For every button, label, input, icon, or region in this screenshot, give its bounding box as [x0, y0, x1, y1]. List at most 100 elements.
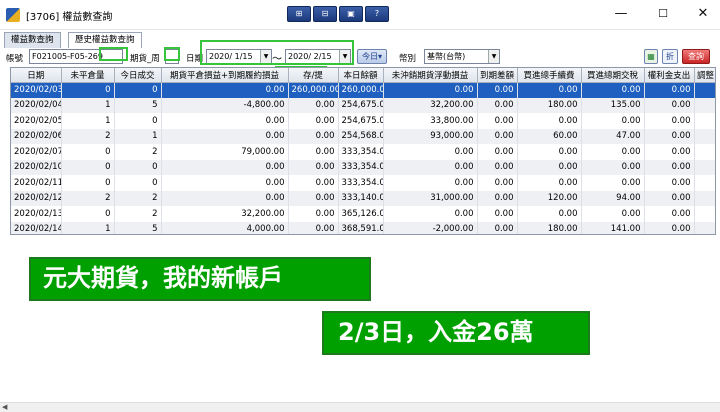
table-cell: 31,000.00 — [383, 190, 478, 206]
table-cell: 2 — [114, 144, 162, 160]
table-cell: 0.00 — [477, 221, 518, 234]
equity-history-grid[interactable]: 日期 未平倉量 今日成交 期貨平倉損益+到期履約損益 存/提 本日餘額 未沖銷期… — [10, 67, 716, 235]
col-realized-pnl[interactable]: 期貨平倉損益+到期履約損益 — [161, 68, 289, 83]
table-row[interactable]: 2020/02/12220.000.00333,140.0031,000.000… — [11, 190, 715, 206]
table-row[interactable]: 2020/02/130232,200.000.00365,126.000.000… — [11, 206, 715, 222]
table-row[interactable]: 2020/02/06210.000.00254,568.0093,000.000… — [11, 128, 715, 144]
table-cell: 0.00 — [644, 190, 695, 206]
date-to-value: 2020/ 2/15 — [288, 52, 332, 61]
table-cell: 0.00 — [477, 190, 518, 206]
table-row[interactable]: 2020/02/10000.000.00333,354.000.000.000.… — [11, 159, 715, 175]
table-cell: 0 — [61, 82, 115, 98]
table-cell: 2 — [61, 128, 115, 144]
table-row[interactable]: 2020/02/0415-4,800.000.00254,675.0032,20… — [11, 97, 715, 113]
col-floating-pnl[interactable]: 未沖銷期貨浮動損益 — [383, 68, 478, 83]
tab-history-equity-query[interactable]: 歷史權益數查詢 — [68, 32, 142, 48]
table-cell: 2020/02/10 — [11, 159, 62, 175]
table-cell: 0.00 — [477, 206, 518, 222]
date-from-value: 2020/ 1/15 — [209, 52, 253, 61]
equity-table: 日期 未平倉量 今日成交 期貨平倉損益+到期履約損益 存/提 本日餘額 未沖銷期… — [11, 68, 715, 234]
window-icon[interactable]: ▣ — [339, 6, 363, 22]
table-cell: 333,354.00 — [338, 175, 384, 191]
col-buy-tax[interactable]: 買進總期交稅 — [581, 68, 645, 83]
query-button[interactable]: 查詢 — [682, 49, 710, 64]
table-cell: 2 — [114, 190, 162, 206]
maximize-button[interactable]: ☐ — [648, 4, 678, 24]
table-cell: 0.00 — [477, 175, 518, 191]
tile-icon[interactable]: ⊞ — [287, 6, 311, 22]
table-cell: 141.00 — [581, 221, 645, 234]
date-from-field[interactable]: 2020/ 1/15 ▼ — [206, 49, 272, 64]
table-cell: 0.00 — [517, 175, 582, 191]
table-cell: 2020/02/14 — [11, 221, 62, 234]
table-cell: -4,800.00 — [161, 97, 289, 113]
table-cell: 0.00 — [644, 159, 695, 175]
table-cell: 5 — [114, 221, 162, 234]
table-cell — [694, 97, 715, 113]
table-cell: 0.00 — [383, 82, 478, 98]
table-cell: 0 — [61, 206, 115, 222]
table-cell: 32,200.00 — [383, 97, 478, 113]
table-cell: 0 — [114, 159, 162, 175]
col-deposit-withdraw[interactable]: 存/提 — [288, 68, 339, 83]
col-buy-fee[interactable]: 買進總手續費 — [517, 68, 582, 83]
currency-select[interactable]: 基幣(台幣) ▼ — [424, 49, 500, 64]
table-cell: 0 — [114, 82, 162, 98]
table-cell: 0.00 — [477, 82, 518, 98]
fold-button[interactable]: 折 — [662, 49, 678, 64]
currency-value: 基幣(台幣) — [427, 52, 466, 61]
table-body: 2020/02/03000.00260,000.00260,000.000.00… — [11, 82, 715, 234]
table-cell: 2020/02/07 — [11, 144, 62, 160]
col-premium[interactable]: 權利金支出 — [644, 68, 695, 83]
table-cell: 260,000.00 — [338, 82, 384, 98]
table-cell: 0.00 — [517, 82, 582, 98]
table-cell: 333,140.00 — [338, 190, 384, 206]
col-open-position[interactable]: 未平倉量 — [61, 68, 115, 83]
tab-equity-query[interactable]: 權益數查詢 — [4, 32, 61, 48]
period-field[interactable] — [165, 49, 179, 64]
table-cell: 60.00 — [517, 128, 582, 144]
table-cell: 0.00 — [161, 82, 289, 98]
table-cell: 368,591.00 — [338, 221, 384, 234]
col-expiry-diff[interactable]: 到期差額 — [477, 68, 518, 83]
scroll-left-icon[interactable]: ◀ — [2, 403, 7, 411]
table-row[interactable]: 2020/02/070279,000.000.00333,354.000.000… — [11, 144, 715, 160]
table-cell: 1 — [61, 113, 115, 129]
table-cell — [694, 113, 715, 129]
table-cell: 2020/02/11 — [11, 175, 62, 191]
table-row[interactable]: 2020/02/14154,000.000.00368,591.00-2,000… — [11, 221, 715, 234]
table-cell: 0.00 — [477, 144, 518, 160]
horizontal-scrollbar[interactable]: ◀ — [0, 402, 720, 412]
table-cell: 0.00 — [288, 221, 339, 234]
col-balance[interactable]: 本日餘額 — [338, 68, 384, 83]
app-icon — [6, 8, 20, 22]
chevron-down-icon[interactable]: ▼ — [260, 50, 271, 63]
table-cell — [694, 128, 715, 144]
today-button[interactable]: 今日▾ — [357, 49, 388, 64]
table-row[interactable]: 2020/02/11000.000.00333,354.000.000.000.… — [11, 175, 715, 191]
close-button[interactable]: ✕ — [688, 4, 718, 24]
chevron-down-icon[interactable]: ▼ — [488, 50, 499, 63]
chevron-down-icon[interactable]: ▼ — [339, 50, 350, 63]
table-cell: 4,000.00 — [161, 221, 289, 234]
date-to-field[interactable]: 2020/ 2/15 ▼ — [285, 49, 351, 64]
table-cell: 0.00 — [288, 190, 339, 206]
table-cell: 0.00 — [383, 159, 478, 175]
minimize-panel-icon[interactable]: ⊟ — [313, 6, 337, 22]
account-field[interactable]: F021005-F05-269 — [29, 49, 123, 64]
table-cell: 333,354.00 — [338, 144, 384, 160]
excel-icon[interactable]: ▦ — [644, 49, 658, 64]
minimize-button[interactable]: — — [606, 4, 636, 24]
table-cell: 0.00 — [288, 113, 339, 129]
table-cell: 1 — [61, 221, 115, 234]
table-cell: 365,126.00 — [338, 206, 384, 222]
table-row[interactable]: 2020/02/05100.000.00254,675.0033,800.000… — [11, 113, 715, 129]
table-row[interactable]: 2020/02/03000.00260,000.00260,000.000.00… — [11, 82, 715, 98]
table-cell: 0.00 — [644, 82, 695, 98]
table-cell: 0.00 — [161, 175, 289, 191]
help-icon[interactable]: ? — [365, 6, 389, 22]
col-adjust[interactable]: 調整 — [694, 68, 715, 83]
col-today-trades[interactable]: 今日成交 — [114, 68, 162, 83]
table-cell — [694, 221, 715, 234]
col-date[interactable]: 日期 — [11, 68, 62, 83]
